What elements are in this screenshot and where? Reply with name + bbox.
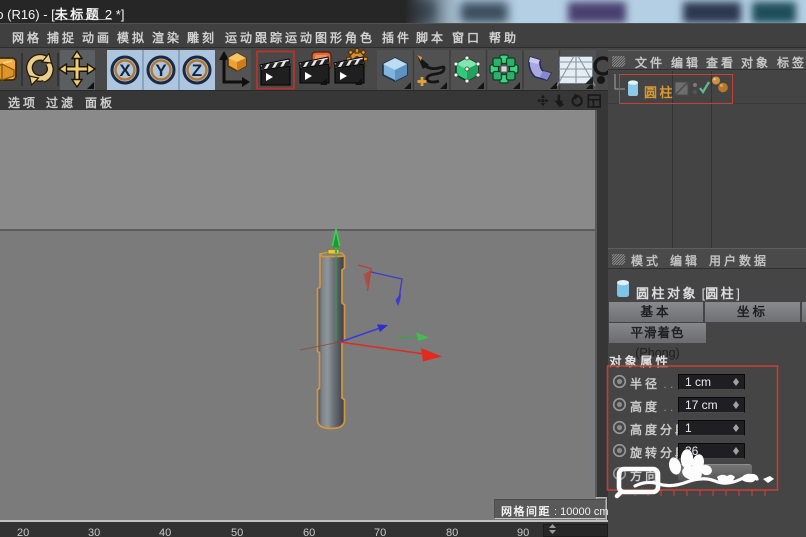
svg-text:Y: Y [155,61,167,80]
svg-text:Z: Z [192,61,202,80]
svg-text:X: X [119,61,131,80]
